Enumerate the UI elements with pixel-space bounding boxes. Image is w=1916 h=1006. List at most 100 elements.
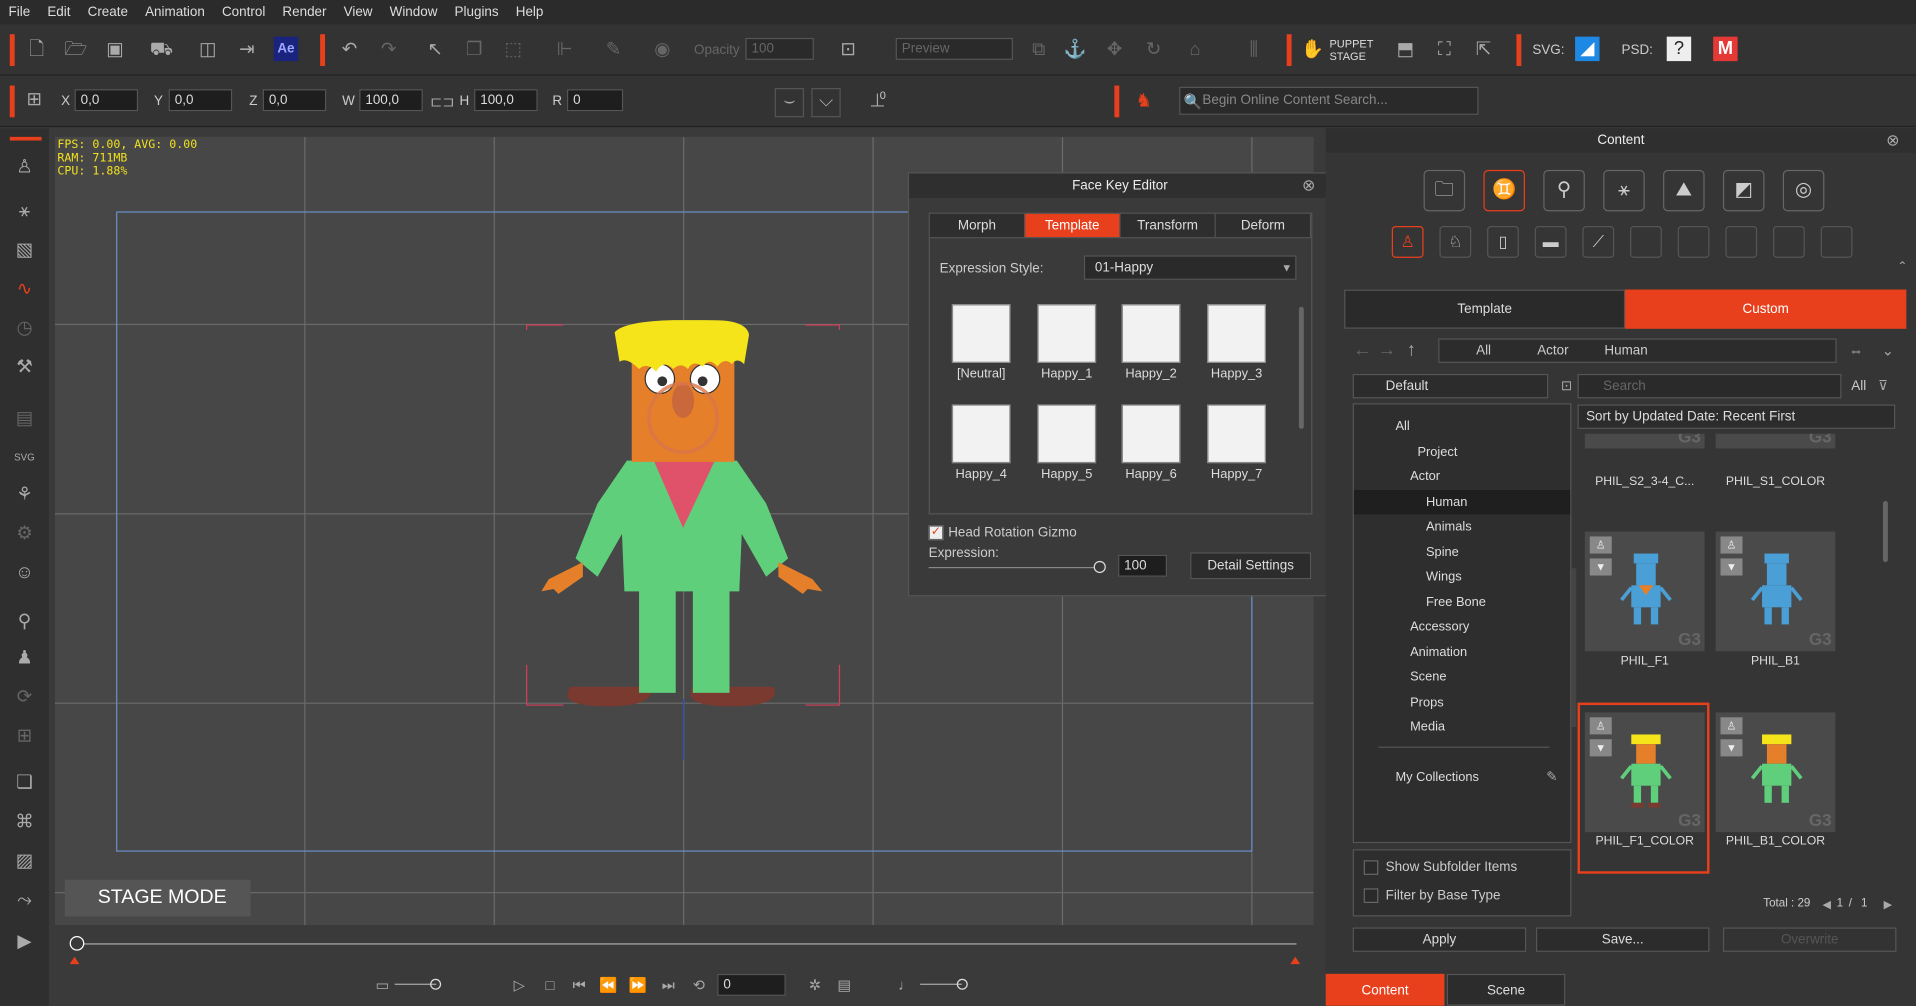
content-search-input[interactable]: Search bbox=[1577, 373, 1842, 399]
redo-icon[interactable]: ↷ bbox=[376, 38, 400, 62]
content-tile[interactable]: G3 bbox=[1715, 433, 1836, 449]
face-happy-7[interactable]: Happy_7 bbox=[1206, 404, 1267, 481]
tree-wings[interactable]: Wings bbox=[1426, 565, 1462, 589]
face-happy-2[interactable]: Happy_2 bbox=[1121, 304, 1182, 381]
content-tile[interactable]: ♙ ▼ G3 bbox=[1715, 712, 1836, 833]
psd-export-icon[interactable]: ? bbox=[1666, 36, 1692, 62]
select-arrow-icon[interactable]: ↖ bbox=[423, 38, 447, 62]
r-field[interactable]: 0 bbox=[566, 89, 624, 112]
subtitle-icon[interactable]: ▭ bbox=[370, 973, 394, 997]
search-scope[interactable]: All bbox=[1851, 379, 1866, 394]
puppet-stage-button[interactable]: PUPPET STAGE bbox=[1329, 38, 1373, 62]
tree-actor[interactable]: Actor bbox=[1410, 464, 1440, 488]
speed-slider[interactable] bbox=[430, 978, 442, 990]
menu-plugins[interactable]: Plugins bbox=[446, 5, 507, 20]
frame-field[interactable]: 0 bbox=[717, 973, 786, 996]
face-grid-scrollbar[interactable] bbox=[1298, 306, 1304, 429]
tab-template[interactable]: Template bbox=[1025, 213, 1121, 238]
face-happy-6[interactable]: Happy_6 bbox=[1121, 404, 1182, 481]
content-tile[interactable]: ♙ ▼ G3 bbox=[1715, 531, 1836, 652]
spine-subcategory-icon[interactable]: ▯ bbox=[1487, 226, 1519, 258]
head-rotation-checkbox[interactable]: ✓ bbox=[928, 525, 944, 541]
layers-icon[interactable]: ❏ bbox=[12, 771, 36, 795]
splitter-handle[interactable] bbox=[1571, 568, 1577, 728]
undo-icon[interactable]: ↶ bbox=[337, 38, 361, 62]
detail-settings-button[interactable]: Detail Settings bbox=[1190, 552, 1312, 580]
tree-free-bone[interactable]: Free Bone bbox=[1426, 590, 1486, 614]
timeline-track[interactable] bbox=[74, 943, 1297, 945]
head-icon[interactable]: ☺ bbox=[12, 561, 36, 585]
face-happy-4[interactable]: Happy_4 bbox=[951, 404, 1012, 481]
prev-frame-icon[interactable]: ⏪ bbox=[596, 973, 620, 997]
back-icon[interactable]: ← bbox=[1350, 338, 1374, 362]
menu-render[interactable]: Render bbox=[274, 5, 335, 20]
svg-tool-icon[interactable]: SVG bbox=[12, 446, 36, 470]
search-image-icon[interactable]: ⊡ bbox=[1554, 374, 1578, 398]
stop-icon[interactable]: □ bbox=[538, 973, 562, 997]
tree-props[interactable]: Props bbox=[1410, 690, 1444, 714]
open-folder-icon[interactable]: 🗁 bbox=[64, 38, 88, 62]
next-page-icon[interactable]: ▶ bbox=[1876, 892, 1900, 916]
tree-animation[interactable]: Animation bbox=[1410, 640, 1467, 664]
tree-project[interactable]: Project bbox=[1417, 440, 1457, 464]
menu-create[interactable]: Create bbox=[79, 5, 136, 20]
dropdown-circle-icon[interactable]: ⌄ bbox=[1876, 338, 1900, 362]
scene-category-icon[interactable]: ⛰ bbox=[1663, 169, 1705, 212]
new-file-icon[interactable]: 🗋 bbox=[24, 38, 48, 62]
bottom-tab-scene[interactable]: Scene bbox=[1446, 973, 1566, 1006]
paint-icon[interactable]: ⚘ bbox=[12, 483, 36, 507]
loop-icon[interactable]: ⟲ bbox=[687, 973, 711, 997]
breadcrumb-all[interactable]: All bbox=[1476, 343, 1491, 358]
collapse-icon[interactable]: ⌃ bbox=[1890, 255, 1914, 279]
opacity-field[interactable]: 100 bbox=[745, 37, 814, 60]
next-frame-icon[interactable]: ⏩ bbox=[626, 973, 650, 997]
menu-file[interactable]: File bbox=[0, 5, 39, 20]
expression-slider-handle[interactable] bbox=[1093, 560, 1106, 574]
face-neutral[interactable]: [Neutral] bbox=[951, 304, 1012, 381]
tree-animals[interactable]: Animals bbox=[1426, 514, 1472, 538]
breadcrumb-human[interactable]: Human bbox=[1604, 343, 1647, 358]
grid-icon[interactable]: ⊞ bbox=[22, 88, 46, 112]
sprite-icon[interactable]: ⬒ bbox=[1393, 38, 1417, 62]
tree-my-collections[interactable]: My Collections bbox=[1395, 765, 1478, 789]
puppet-tool-icon[interactable]: ⚲ bbox=[12, 610, 36, 634]
media-category-icon[interactable]: ◎ bbox=[1782, 169, 1825, 212]
bottom-tab-content[interactable]: Content bbox=[1325, 973, 1445, 1006]
move-icon[interactable]: ✥ bbox=[1102, 38, 1126, 62]
content-grid-scrollbar[interactable] bbox=[1883, 500, 1888, 563]
transform-icon[interactable]: ⬚ bbox=[501, 38, 525, 62]
cart-icon[interactable]: ⛟ bbox=[149, 38, 173, 62]
volume-slider[interactable] bbox=[956, 978, 968, 990]
volume-icon[interactable]: ♩ bbox=[893, 973, 917, 997]
preview-dropdown[interactable]: Preview bbox=[895, 37, 1013, 60]
bone-icon[interactable]: ⚒ bbox=[12, 356, 36, 380]
motion-path-icon[interactable]: ⤳ bbox=[12, 888, 36, 912]
menu-control[interactable]: Control bbox=[213, 5, 273, 20]
expression-value-field[interactable]: 100 bbox=[1118, 554, 1167, 577]
first-frame-icon[interactable]: ⏮ bbox=[567, 973, 591, 997]
breadcrumb-actor[interactable]: Actor bbox=[1537, 343, 1568, 358]
anchor-icon[interactable]: ⚓ bbox=[1063, 38, 1087, 62]
x-field[interactable]: 0,0 bbox=[74, 89, 139, 112]
settings-icon[interactable]: ✲ bbox=[803, 973, 827, 997]
stripes-icon[interactable]: ▨ bbox=[12, 849, 36, 873]
table-icon[interactable]: ▤ bbox=[12, 407, 36, 431]
folder-category-icon[interactable]: 🗀 bbox=[1423, 169, 1466, 212]
close-icon[interactable]: ⊗ bbox=[1296, 174, 1320, 198]
film-icon[interactable]: ▤ bbox=[832, 973, 856, 997]
human-subcategory-icon[interactable]: ♙ bbox=[1391, 226, 1424, 258]
motion-icon[interactable]: ⚹ bbox=[12, 199, 36, 223]
content-tile-selected[interactable]: ♙ ▼ G3 bbox=[1584, 712, 1705, 833]
menu-animation[interactable]: Animation bbox=[137, 5, 214, 20]
character-actor[interactable] bbox=[507, 320, 874, 711]
free-bone-subcategory-icon[interactable]: ⟋ bbox=[1582, 226, 1615, 258]
content-tile[interactable]: ♙ ▼ G3 bbox=[1584, 531, 1705, 652]
z-field[interactable]: 0,0 bbox=[262, 89, 327, 112]
m-plugin-icon[interactable]: M bbox=[1713, 36, 1738, 62]
tree-accessory[interactable]: Accessory bbox=[1410, 615, 1469, 639]
fullscreen-icon[interactable]: ⛶ bbox=[1432, 38, 1456, 62]
close-icon[interactable]: ⊗ bbox=[1881, 128, 1905, 152]
tab-deform[interactable]: Deform bbox=[1215, 213, 1312, 238]
keyframe-icon[interactable]: ⫼ bbox=[1241, 38, 1265, 62]
tab-template[interactable]: Template bbox=[1344, 289, 1626, 329]
